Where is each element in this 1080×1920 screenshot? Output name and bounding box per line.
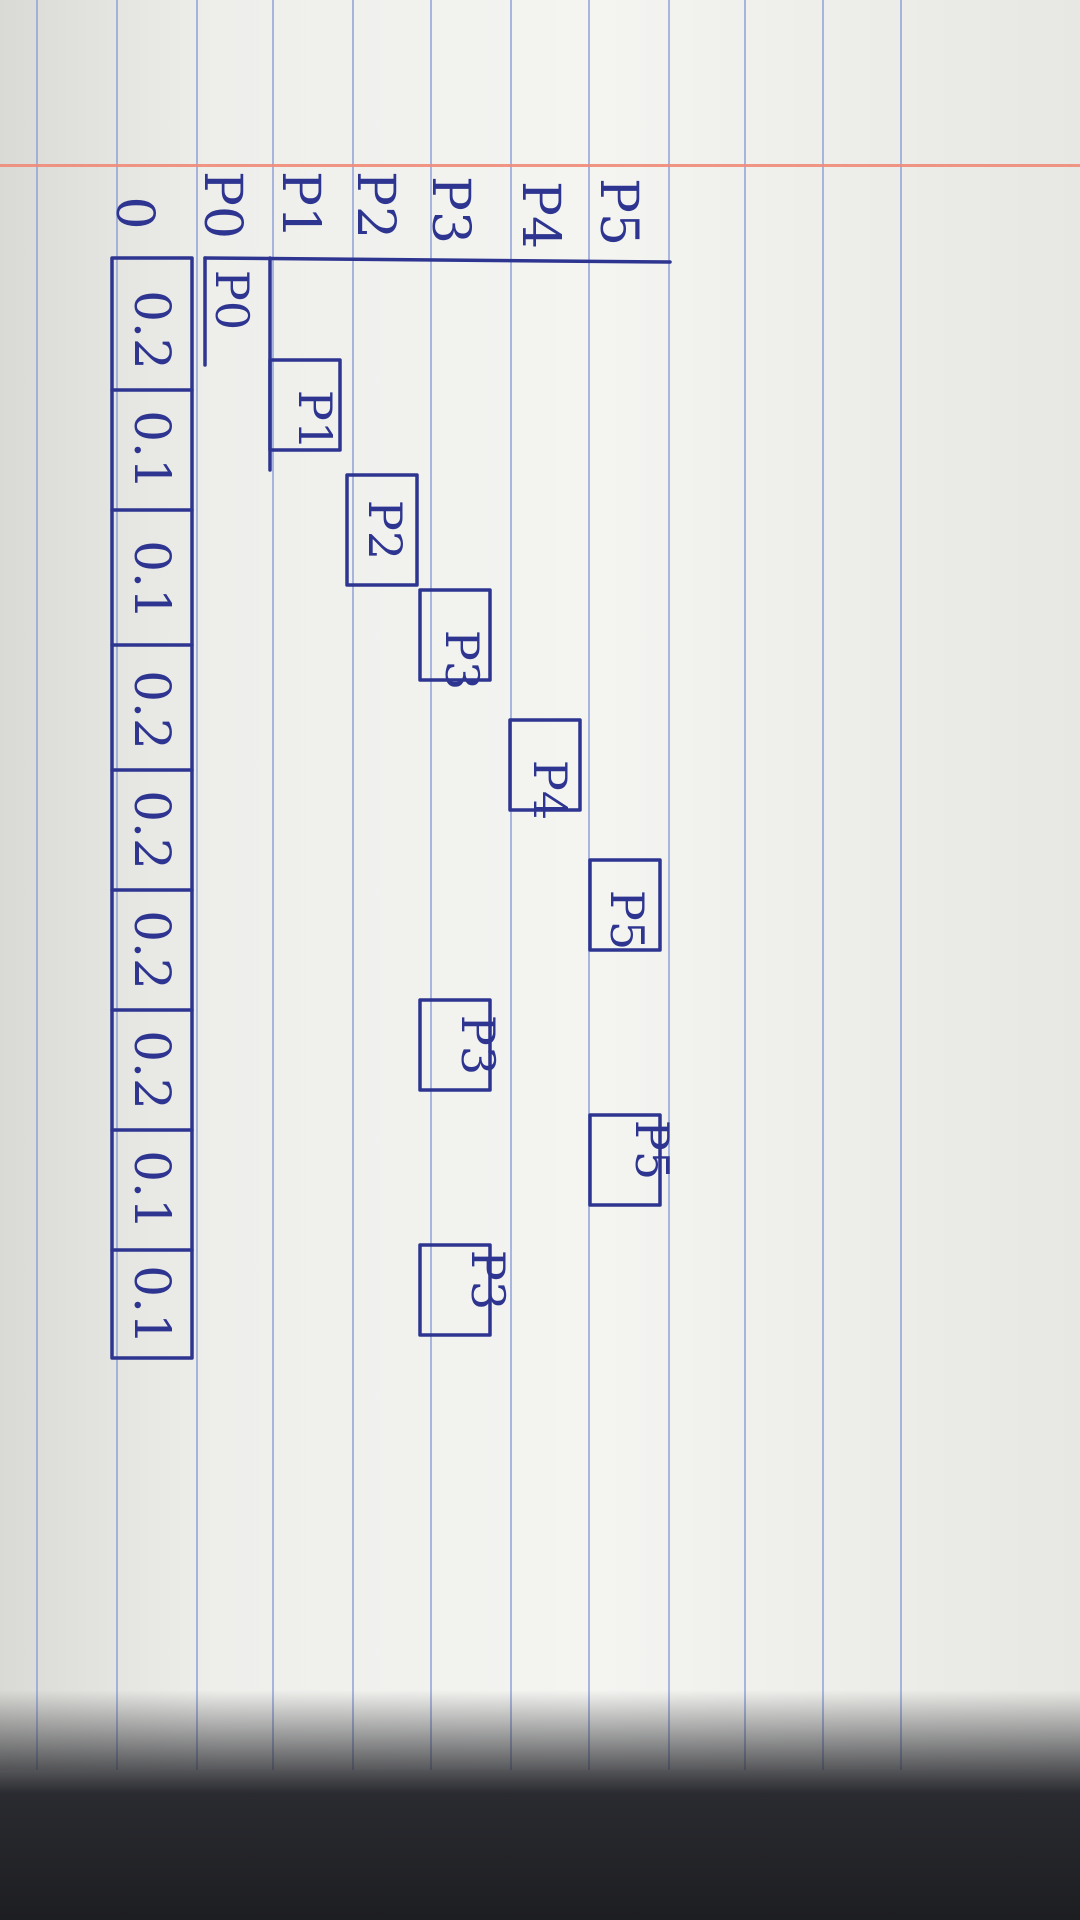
time-value: 0.2 [123, 910, 181, 990]
gantt-block-label: P5 [625, 1119, 679, 1181]
gantt-block-label: P3 [451, 1014, 505, 1076]
gantt-block-label: P4 [523, 759, 577, 821]
gantt-block-label: P0 [205, 269, 259, 331]
axis-label-p4: P4 [510, 180, 570, 250]
time-value: 0.1 [123, 1150, 181, 1230]
axis-label-p1: P1 [270, 170, 330, 240]
gantt-block-label: P5 [600, 889, 654, 951]
axis-label-p0: P0 [192, 170, 252, 240]
time-value: 0.1 [123, 410, 181, 490]
time-value: 0.1 [123, 1265, 181, 1345]
gantt-block-label: P3 [435, 629, 489, 691]
time-value: 0.1 [123, 540, 181, 620]
time-value: 0.2 [123, 790, 181, 870]
gantt-block-label: P1 [288, 389, 342, 451]
axis-label-p2: P2 [345, 170, 405, 240]
time-value: 0.2 [123, 290, 181, 370]
gantt-blocks [268, 358, 662, 1337]
gantt-block-label: P3 [461, 1249, 515, 1311]
axis-label-p3: P3 [420, 175, 480, 245]
notebook-photo: 0 P0 P1 P2 P3 P4 P5 0.2 0.1 0.1 0.2 0.2 … [0, 0, 1080, 1920]
desk-shadow [0, 1690, 1080, 1920]
axis-label-p5: P5 [588, 177, 648, 247]
gantt-block-label: P2 [358, 499, 412, 561]
time-value: 0.2 [123, 1030, 181, 1110]
axis-line [203, 256, 672, 264]
time-value: 0.2 [123, 670, 181, 750]
origin-label: 0 [104, 196, 164, 230]
